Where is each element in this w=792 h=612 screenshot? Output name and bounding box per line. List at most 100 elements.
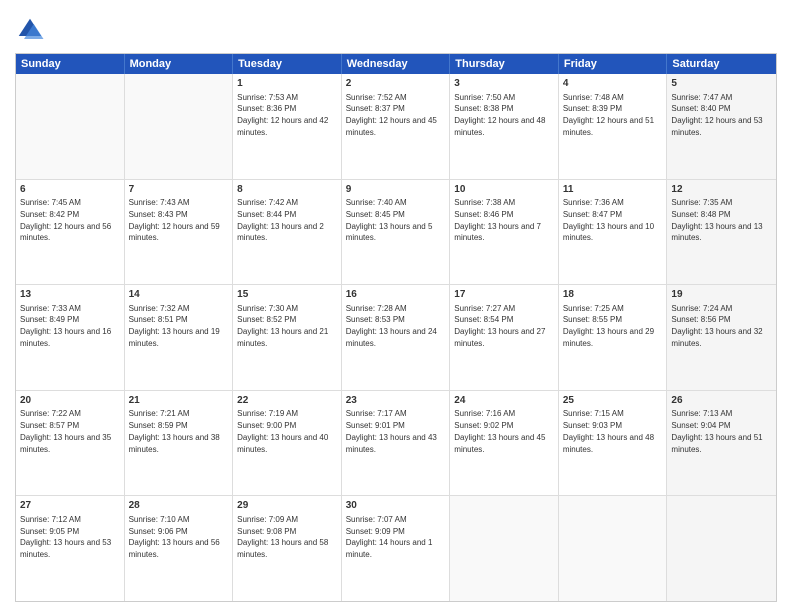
day-number: 13 — [20, 288, 120, 302]
day-cell-16: 16 Sunrise: 7:28 AMSunset: 8:53 PMDayligh… — [342, 285, 451, 390]
day-cell-9: 9Sunrise: 7:40 AMSunset: 8:45 PMDaylight… — [342, 180, 451, 285]
day-number: 19 — [671, 288, 772, 302]
day-number: 22 — [237, 394, 337, 408]
sun-info: Sunrise: 7:10 AMSunset: 9:06 PMDaylight:… — [129, 515, 220, 559]
empty-cell — [125, 74, 234, 179]
day-number: 9 — [346, 183, 446, 197]
day-cell-23: 23Sunrise: 7:17 AMSunset: 9:01 PMDayligh… — [342, 391, 451, 496]
sun-info: Sunrise: 7:21 AMSunset: 8:59 PMDaylight:… — [129, 409, 220, 453]
day-number: 17 — [454, 288, 554, 302]
header-day-sunday: Sunday — [16, 54, 125, 74]
day-cell-4: 4 Sunrise: 7:48 AMSunset: 8:39 PMDaylight… — [559, 74, 668, 179]
day-number: 26 — [671, 394, 772, 408]
empty-cell — [667, 496, 776, 601]
day-number: 3 — [454, 77, 554, 91]
calendar-row-2: 6Sunrise: 7:45 AMSunset: 8:42 PMDaylight… — [16, 180, 776, 286]
header-day-monday: Monday — [125, 54, 234, 74]
calendar-row-3: 13 Sunrise: 7:33 AMSunset: 8:49 PMDayligh… — [16, 285, 776, 391]
day-number: 7 — [129, 183, 229, 197]
calendar-header: SundayMondayTuesdayWednesdayThursdayFrid… — [16, 54, 776, 74]
header-day-friday: Friday — [559, 54, 668, 74]
sun-info: Sunrise: 7:24 AMSunset: 8:56 PMDaylight:… — [671, 304, 762, 348]
sun-info: Sunrise: 7:19 AMSunset: 9:00 PMDaylight:… — [237, 409, 328, 453]
day-number: 4 — [563, 77, 663, 91]
sun-info: Sunrise: 7:25 AMSunset: 8:55 PMDaylight:… — [563, 304, 654, 348]
sun-info: Sunrise: 7:33 AMSunset: 8:49 PMDaylight:… — [20, 304, 111, 348]
day-number: 27 — [20, 499, 120, 513]
day-number: 23 — [346, 394, 446, 408]
sun-info: Sunrise: 7:35 AMSunset: 8:48 PMDaylight:… — [671, 198, 762, 242]
day-cell-3: 3 Sunrise: 7:50 AMSunset: 8:38 PMDaylight… — [450, 74, 559, 179]
calendar: SundayMondayTuesdayWednesdayThursdayFrid… — [15, 53, 777, 602]
sun-info: Sunrise: 7:15 AMSunset: 9:03 PMDaylight:… — [563, 409, 654, 453]
day-cell-15: 15Sunrise: 7:30 AMSunset: 8:52 PMDayligh… — [233, 285, 342, 390]
sun-info: Sunrise: 7:28 AMSunset: 8:53 PMDaylight:… — [346, 304, 437, 348]
header-day-wednesday: Wednesday — [342, 54, 451, 74]
day-cell-13: 13 Sunrise: 7:33 AMSunset: 8:49 PMDayligh… — [16, 285, 125, 390]
day-number: 18 — [563, 288, 663, 302]
empty-cell — [16, 74, 125, 179]
day-cell-10: 10Sunrise: 7:38 AMSunset: 8:46 PMDayligh… — [450, 180, 559, 285]
day-cell-20: 20Sunrise: 7:22 AMSunset: 8:57 PMDayligh… — [16, 391, 125, 496]
sun-info: Sunrise: 7:27 AMSunset: 8:54 PMDaylight:… — [454, 304, 545, 348]
day-number: 10 — [454, 183, 554, 197]
sun-info: Sunrise: 7:09 AMSunset: 9:08 PMDaylight:… — [237, 515, 328, 559]
sun-info: Sunrise: 7:47 AMSunset: 8:40 PMDaylight:… — [671, 93, 762, 137]
day-number: 25 — [563, 394, 663, 408]
calendar-row-5: 27Sunrise: 7:12 AMSunset: 9:05 PMDayligh… — [16, 496, 776, 601]
sun-info: Sunrise: 7:17 AMSunset: 9:01 PMDaylight:… — [346, 409, 437, 453]
day-number: 21 — [129, 394, 229, 408]
day-cell-17: 17 Sunrise: 7:27 AMSunset: 8:54 PMDayligh… — [450, 285, 559, 390]
day-number: 2 — [346, 77, 446, 91]
day-cell-11: 11Sunrise: 7:36 AMSunset: 8:47 PMDayligh… — [559, 180, 668, 285]
day-number: 6 — [20, 183, 120, 197]
day-number: 1 — [237, 77, 337, 91]
calendar-row-4: 20Sunrise: 7:22 AMSunset: 8:57 PMDayligh… — [16, 391, 776, 497]
sun-info: Sunrise: 7:16 AMSunset: 9:02 PMDaylight:… — [454, 409, 545, 453]
calendar-row-1: 1 Sunrise: 7:53 AMSunset: 8:36 PMDaylight… — [16, 74, 776, 180]
sun-info: Sunrise: 7:36 AMSunset: 8:47 PMDaylight:… — [563, 198, 654, 242]
sun-info: Sunrise: 7:38 AMSunset: 8:46 PMDaylight:… — [454, 198, 541, 242]
day-cell-18: 18 Sunrise: 7:25 AMSunset: 8:55 PMDayligh… — [559, 285, 668, 390]
day-number: 14 — [129, 288, 229, 302]
day-cell-25: 25Sunrise: 7:15 AMSunset: 9:03 PMDayligh… — [559, 391, 668, 496]
day-cell-24: 24Sunrise: 7:16 AMSunset: 9:02 PMDayligh… — [450, 391, 559, 496]
day-cell-1: 1 Sunrise: 7:53 AMSunset: 8:36 PMDaylight… — [233, 74, 342, 179]
sun-info: Sunrise: 7:40 AMSunset: 8:45 PMDaylight:… — [346, 198, 433, 242]
day-number: 8 — [237, 183, 337, 197]
header-day-tuesday: Tuesday — [233, 54, 342, 74]
day-cell-14: 14 Sunrise: 7:32 AMSunset: 8:51 PMDayligh… — [125, 285, 234, 390]
sun-info: Sunrise: 7:07 AMSunset: 9:09 PMDaylight:… — [346, 515, 433, 559]
sun-info: Sunrise: 7:52 AMSunset: 8:37 PMDaylight:… — [346, 93, 437, 137]
day-cell-30: 30Sunrise: 7:07 AMSunset: 9:09 PMDayligh… — [342, 496, 451, 601]
sun-info: Sunrise: 7:48 AMSunset: 8:39 PMDaylight:… — [563, 93, 654, 137]
header-day-saturday: Saturday — [667, 54, 776, 74]
day-number: 20 — [20, 394, 120, 408]
day-number: 16 — [346, 288, 446, 302]
day-cell-7: 7Sunrise: 7:43 AMSunset: 8:43 PMDaylight… — [125, 180, 234, 285]
day-number: 24 — [454, 394, 554, 408]
day-cell-21: 21Sunrise: 7:21 AMSunset: 8:59 PMDayligh… — [125, 391, 234, 496]
calendar-body: 1 Sunrise: 7:53 AMSunset: 8:36 PMDaylight… — [16, 74, 776, 601]
sun-info: Sunrise: 7:32 AMSunset: 8:51 PMDaylight:… — [129, 304, 220, 348]
day-cell-27: 27Sunrise: 7:12 AMSunset: 9:05 PMDayligh… — [16, 496, 125, 601]
day-cell-28: 28 Sunrise: 7:10 AMSunset: 9:06 PMDayligh… — [125, 496, 234, 601]
empty-cell — [559, 496, 668, 601]
sun-info: Sunrise: 7:50 AMSunset: 8:38 PMDaylight:… — [454, 93, 545, 137]
sun-info: Sunrise: 7:30 AMSunset: 8:52 PMDaylight:… — [237, 304, 328, 348]
day-cell-26: 26Sunrise: 7:13 AMSunset: 9:04 PMDayligh… — [667, 391, 776, 496]
day-number: 12 — [671, 183, 772, 197]
day-cell-22: 22Sunrise: 7:19 AMSunset: 9:00 PMDayligh… — [233, 391, 342, 496]
day-cell-19: 19 Sunrise: 7:24 AMSunset: 8:56 PMDayligh… — [667, 285, 776, 390]
day-cell-8: 8Sunrise: 7:42 AMSunset: 8:44 PMDaylight… — [233, 180, 342, 285]
day-cell-12: 12Sunrise: 7:35 AMSunset: 8:48 PMDayligh… — [667, 180, 776, 285]
day-number: 29 — [237, 499, 337, 513]
empty-cell — [450, 496, 559, 601]
sun-info: Sunrise: 7:45 AMSunset: 8:42 PMDaylight:… — [20, 198, 111, 242]
day-number: 28 — [129, 499, 229, 513]
logo — [15, 15, 49, 45]
sun-info: Sunrise: 7:53 AMSunset: 8:36 PMDaylight:… — [237, 93, 328, 137]
day-cell-29: 29 Sunrise: 7:09 AMSunset: 9:08 PMDayligh… — [233, 496, 342, 601]
page-header — [15, 15, 777, 45]
day-cell-2: 2 Sunrise: 7:52 AMSunset: 8:37 PMDaylight… — [342, 74, 451, 179]
